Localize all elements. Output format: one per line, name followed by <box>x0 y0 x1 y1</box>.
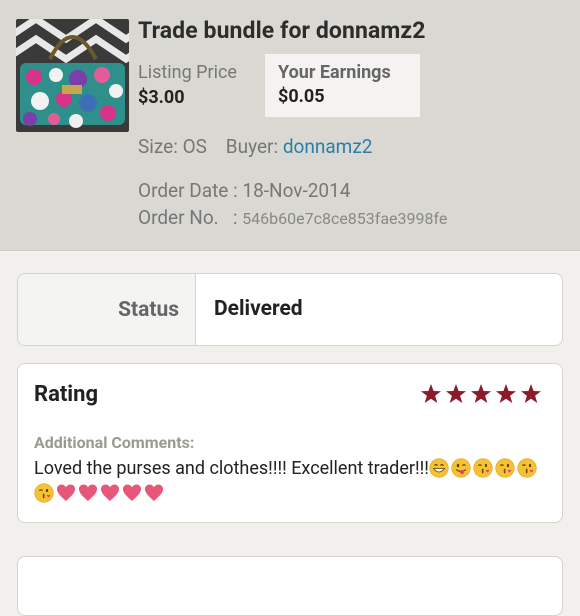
rating-title: Rating <box>34 382 99 407</box>
heart-emoji <box>123 484 141 501</box>
kiss-face-emoji <box>495 458 515 478</box>
order-number-separator: : <box>232 206 238 229</box>
comments-label: Additional Comments: <box>34 433 195 452</box>
status-value: Delivered <box>214 297 303 321</box>
order-number-value: 546b60e7c8ce853fae3998fe <box>242 209 448 228</box>
size-label: Size: <box>138 135 178 158</box>
heart-emoji <box>79 484 97 501</box>
listing-price-value: $3.00 <box>138 87 185 108</box>
wink-tongue-face-emoji <box>451 458 471 478</box>
listing-thumbnail[interactable] <box>16 19 129 132</box>
earnings-box: Your Earnings $0.05 <box>265 54 420 117</box>
order-header: Trade bundle for donnamz2 Listing Price … <box>0 0 580 251</box>
order-date-line: Order Date : 18-Nov-2014 <box>138 179 350 202</box>
rating-stars <box>420 383 542 405</box>
star-icon <box>496 384 516 403</box>
listing-title: Trade bundle for donnamz2 <box>138 17 426 44</box>
earnings-label: Your Earnings <box>278 62 391 83</box>
star-icon <box>521 384 541 403</box>
order-date-label: Order Date : <box>138 179 238 202</box>
star-icon <box>421 384 441 403</box>
listing-price-label: Listing Price <box>138 62 237 83</box>
star-icon <box>446 384 466 403</box>
buyer-label: Buyer: <box>225 135 279 158</box>
comments-text: Loved the purses and clothes!!!! Excelle… <box>34 456 549 506</box>
earnings-value: $0.05 <box>278 86 325 107</box>
order-number-line: Order No. : 546b60e7c8ce853fae3998fe <box>138 206 447 229</box>
status-label-cell: Status <box>18 274 196 345</box>
status-label: Status <box>118 298 179 322</box>
grin-face-emoji <box>429 458 449 478</box>
size-buyer-line: Size: OS Buyer: donnamz2 <box>138 135 372 158</box>
buyer-link[interactable]: donnamz2 <box>283 135 373 158</box>
emoji-row-2 <box>34 483 166 504</box>
kiss-face-emoji <box>517 458 537 478</box>
kiss-face-emoji <box>473 458 493 478</box>
emoji-row-1 <box>429 458 539 479</box>
star-icon <box>471 384 491 403</box>
comments-body: Loved the purses and clothes!!!! Excelle… <box>34 458 429 479</box>
next-card <box>17 556 563 616</box>
order-date-value: 18-Nov-2014 <box>242 179 351 202</box>
rating-card: Rating Additional Comments: Loved the pu… <box>17 363 563 523</box>
status-card: Status Delivered <box>17 273 563 346</box>
heart-emoji <box>101 484 119 501</box>
heart-emoji <box>145 484 163 501</box>
size-value: OS <box>182 135 207 158</box>
kiss-face-emoji <box>34 483 54 503</box>
heart-emoji <box>57 484 75 501</box>
order-number-label: Order No. <box>138 206 219 229</box>
